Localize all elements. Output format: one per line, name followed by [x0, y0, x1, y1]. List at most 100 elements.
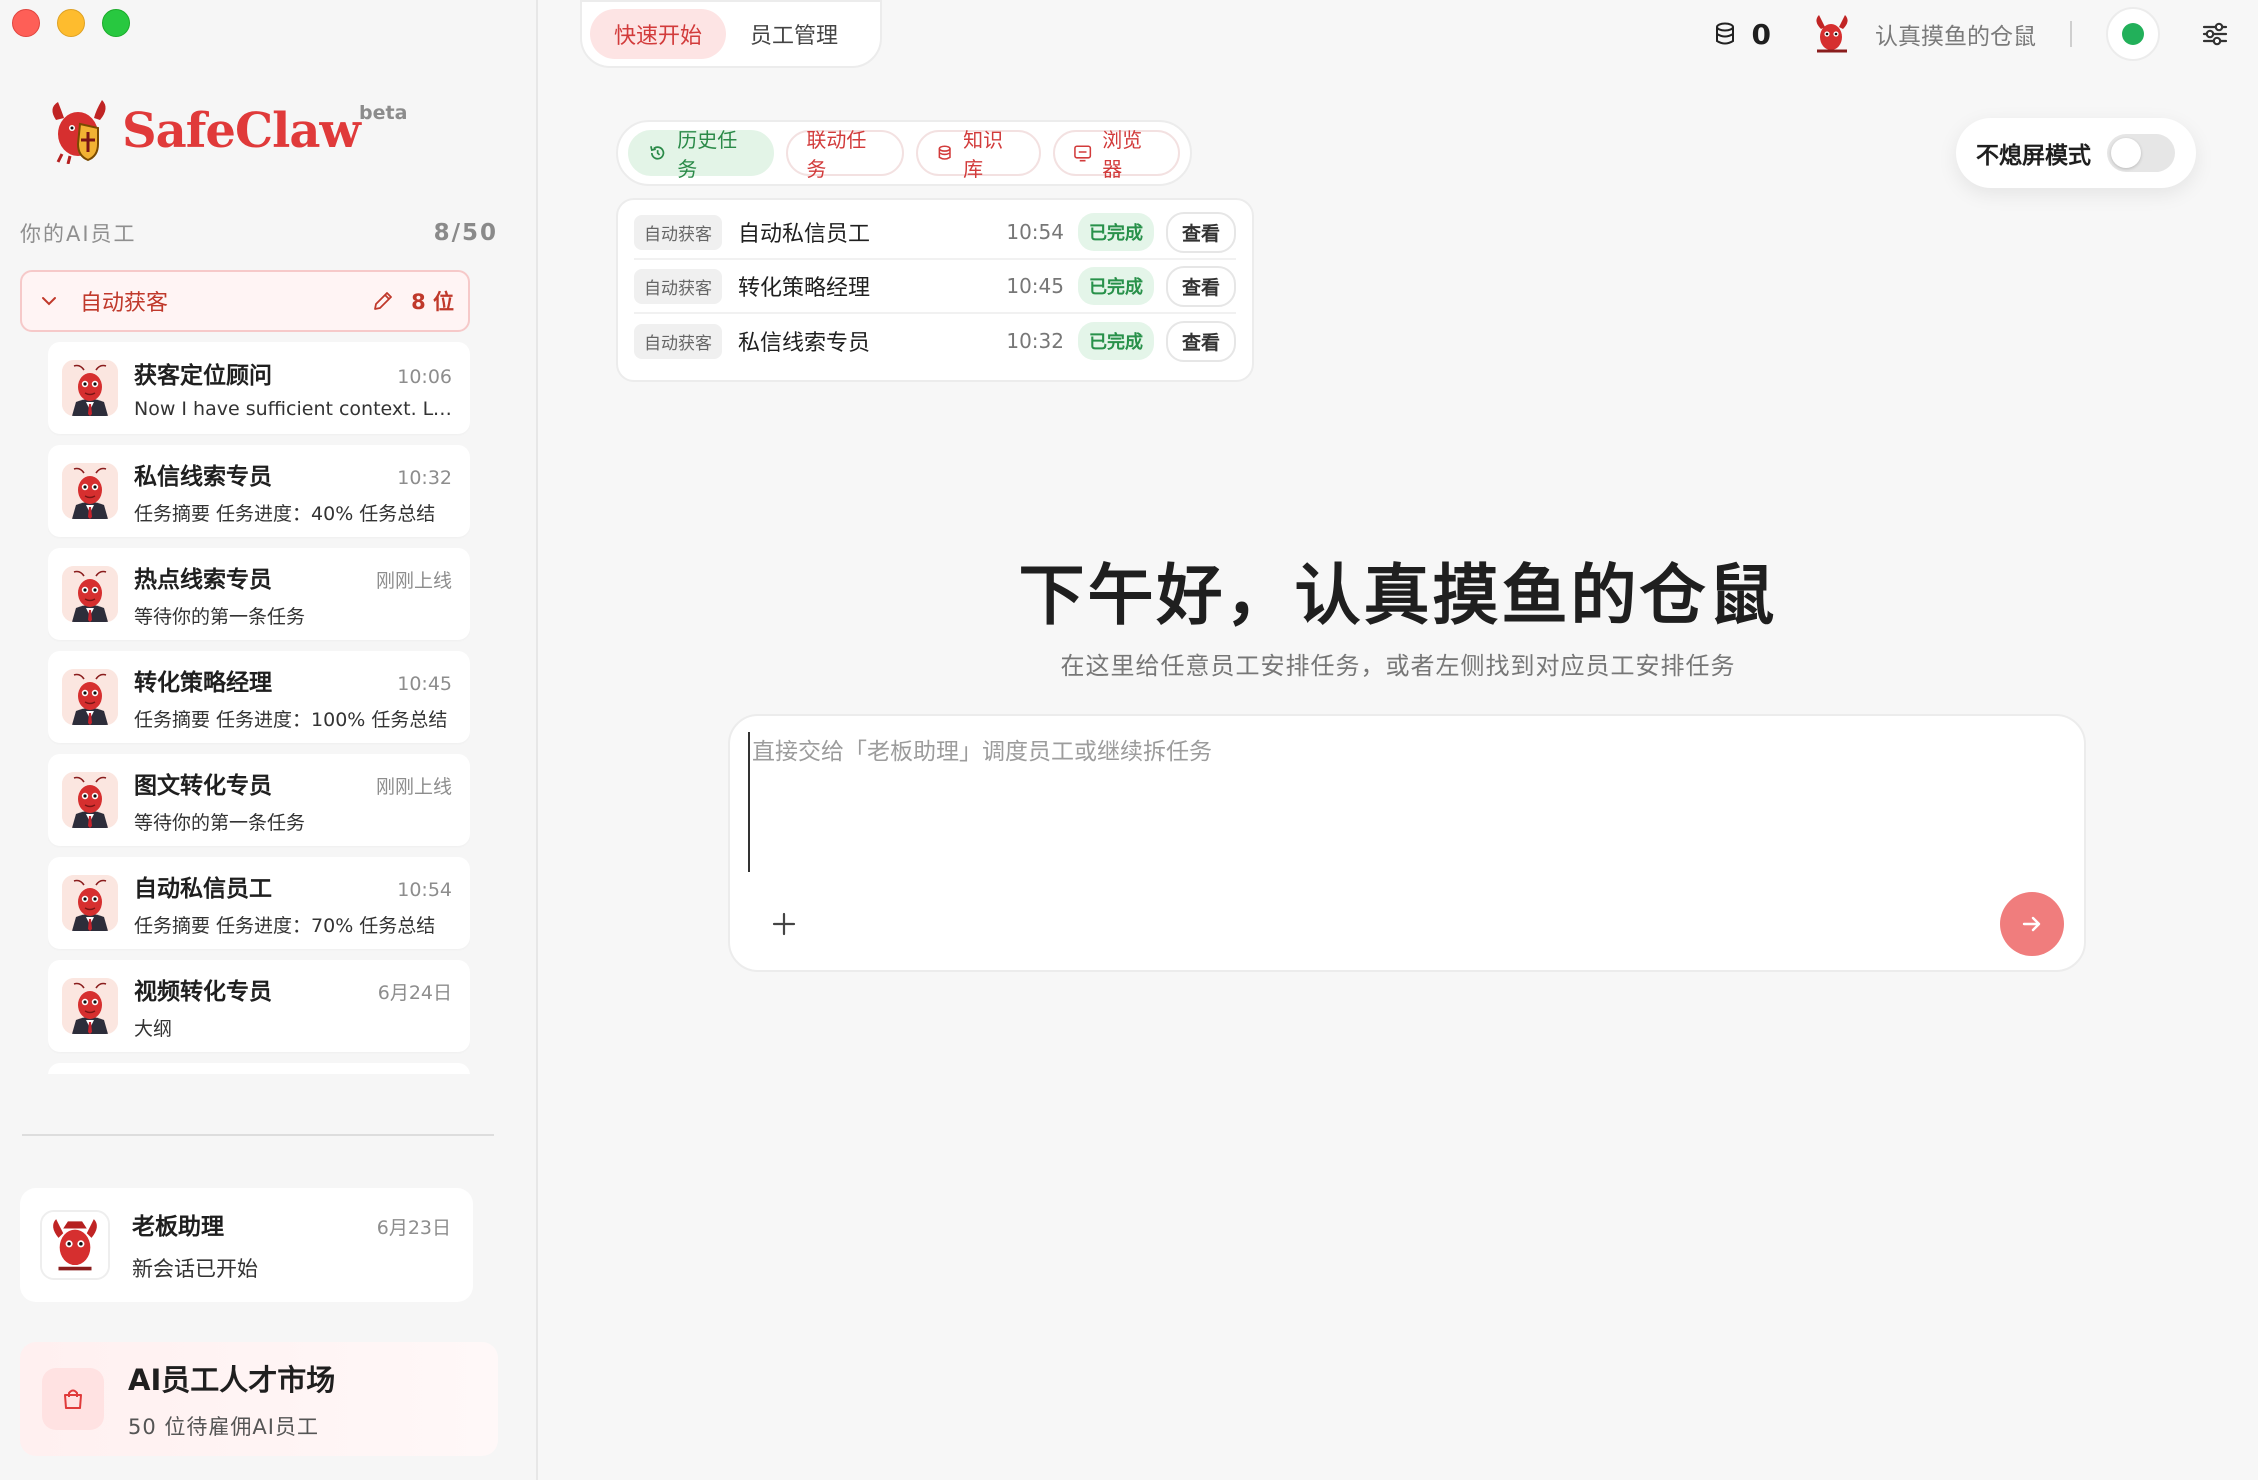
status-dot-icon [2122, 23, 2144, 45]
history-icon [650, 146, 665, 160]
status-badge: 已完成 [1077, 213, 1154, 251]
minimize-window-button[interactable] [57, 9, 85, 37]
task-row: 自动获客 自动私信员工 10:54 已完成 查看 [634, 206, 1236, 260]
employee-name: 获客定位顾问 [134, 363, 272, 389]
task-tag: 自动获客 [634, 214, 722, 250]
talent-market-card[interactable]: AI员工人才市场 50 位待雇佣AI员工 [20, 1342, 498, 1456]
chip-label: 浏览器 [1102, 128, 1143, 181]
employee-name: 热点线索专员 [134, 566, 272, 593]
task-input[interactable] [748, 732, 2048, 872]
task-name: 转化策略经理 [738, 276, 871, 301]
browser-icon [1074, 145, 1092, 162]
chip-browser[interactable]: 浏览器 [1052, 128, 1180, 181]
sidebar: SafeClaw beta 你的AI员工 8/50 自动获客 8 位 获客定位顾… [0, 0, 538, 1480]
employee-time: 10:45 [397, 672, 452, 695]
employee-name: 自动私信员工 [134, 875, 272, 902]
employee-preview: 等待你的第一条任务 [134, 811, 306, 834]
chip-label: 知识库 [963, 128, 1004, 181]
employee-preview: 等待你的第一条任务 [134, 605, 306, 628]
group-auto-acquire[interactable]: 自动获客 8 位 [20, 270, 470, 332]
task-row: 自动获客 转化策略经理 10:45 已完成 查看 [634, 260, 1236, 314]
employee-count: 8/50 [433, 220, 498, 246]
employee-preview: Now I have sufficient context. Let me wr… [134, 398, 452, 420]
employee-card[interactable]: 热点线索专员 刚刚上线 等待你的第一条任务 [48, 548, 470, 640]
avatar [62, 772, 118, 828]
market-subtitle: 50 位待雇佣AI员工 [128, 1415, 319, 1439]
employees-section-header: 你的AI员工 8/50 [20, 218, 498, 248]
boss-assistant-card[interactable]: 老板助理 6月23日 新会话已开始 [20, 1188, 473, 1302]
task-name: 自动私信员工 [738, 222, 871, 247]
task-row: 自动获客 私信线索专员 10:32 已完成 查看 [634, 314, 1236, 368]
status-badge: 已完成 [1077, 322, 1154, 360]
task-tag: 自动获客 [634, 268, 722, 304]
market-title: AI员工人才市场 [128, 1363, 336, 1397]
chip-linked-tasks[interactable]: 联动任务 [786, 128, 904, 181]
employee-time: 10:06 [397, 366, 452, 388]
coin-stack-icon [1715, 22, 1734, 45]
pencil-icon[interactable] [371, 289, 395, 313]
main-tabs: 快速开始 员工管理 [580, 0, 882, 68]
separator [2070, 21, 2072, 47]
plus-icon[interactable] [768, 908, 800, 940]
connection-status[interactable] [2106, 7, 2160, 61]
close-window-button[interactable] [12, 9, 40, 37]
section-title: 你的AI员工 [20, 222, 137, 246]
employee-list: 获客定位顾问 10:06 Now I have sufficient conte… [48, 342, 470, 1074]
view-task-button[interactable]: 查看 [1165, 211, 1236, 253]
employee-time: 10:54 [397, 878, 452, 901]
avatar [62, 360, 118, 416]
user-avatar[interactable] [1809, 11, 1855, 57]
brand: SafeClaw beta [48, 98, 407, 164]
boss-time: 6月23日 [376, 1217, 451, 1239]
window-controls [12, 9, 130, 37]
sidebar-divider [22, 1134, 494, 1136]
chip-knowledge-base[interactable]: 知识库 [915, 128, 1041, 181]
greeting-subtitle: 在这里给任意员工安排任务，或者左侧找到对应员工安排任务 [1060, 652, 1736, 680]
chip-label: 联动任务 [806, 128, 867, 181]
view-task-button[interactable]: 查看 [1165, 265, 1236, 307]
employee-card[interactable]: 图文转化专员 刚刚上线 等待你的第一条任务 [48, 754, 470, 846]
chevron-down-icon[interactable] [38, 290, 60, 312]
avatar [62, 463, 118, 519]
group-count: 8 位 [411, 290, 454, 314]
greeting-title: 下午好，认真摸鱼的仓鼠 [1018, 557, 1778, 634]
user-name[interactable]: 认真摸鱼的仓鼠 [1875, 17, 2036, 51]
chip-history-tasks[interactable]: 历史任务 [628, 128, 775, 181]
boss-name: 老板助理 [132, 1214, 224, 1240]
task-name: 私信线索专员 [738, 331, 871, 356]
group-label: 自动获客 [80, 291, 169, 316]
avatar [62, 566, 118, 622]
employee-name: 私信线索专员 [134, 463, 272, 490]
task-time: 10:32 [1006, 329, 1064, 353]
send-button[interactable] [2000, 892, 2064, 956]
no-sleep-toggle[interactable] [2107, 134, 2175, 172]
employee-card[interactable]: 自动私信员工 10:54 任务摘要 任务进度：70% 任务总结 [48, 857, 470, 949]
no-sleep-label: 不熄屏模式 [1976, 143, 2091, 169]
status-badge: 已完成 [1077, 267, 1154, 305]
employee-card[interactable]: 获客定位顾问 10:06 Now I have sufficient conte… [48, 342, 470, 434]
employee-time: 10:32 [397, 466, 452, 489]
avatar [62, 875, 118, 931]
employee-name: 图文转化专员 [134, 772, 272, 799]
tab-employee-management[interactable]: 员工管理 [726, 9, 862, 59]
zoom-window-button[interactable] [102, 9, 130, 37]
employee-time: 刚刚上线 [375, 775, 452, 798]
employee-card[interactable]: 转化策略经理 10:45 任务摘要 任务进度：100% 任务总结 [48, 651, 470, 743]
avatar [62, 978, 118, 1034]
task-tag: 自动获客 [634, 323, 722, 359]
avatar [62, 669, 118, 725]
employee-time: 6月24日 [377, 981, 452, 1004]
coin-count: 0 [1751, 17, 1771, 51]
boss-avatar [40, 1210, 110, 1280]
boss-preview: 新会话已开始 [132, 1257, 258, 1281]
employee-card[interactable]: 私信线索专员 10:32 任务摘要 任务进度：40% 任务总结 [48, 445, 470, 537]
tab-quick-start[interactable]: 快速开始 [590, 9, 727, 59]
settings-sliders-icon[interactable] [2200, 19, 2230, 49]
no-sleep-mode: 不熄屏模式 [1956, 118, 2196, 188]
view-task-button[interactable]: 查看 [1165, 320, 1236, 362]
employee-name: 转化策略经理 [134, 669, 272, 696]
employee-card-partial[interactable] [48, 1063, 470, 1074]
beta-badge: beta [359, 102, 408, 124]
employee-card[interactable]: 视频转化专员 6月24日 大纲 [48, 960, 470, 1052]
database-icon [938, 145, 951, 160]
